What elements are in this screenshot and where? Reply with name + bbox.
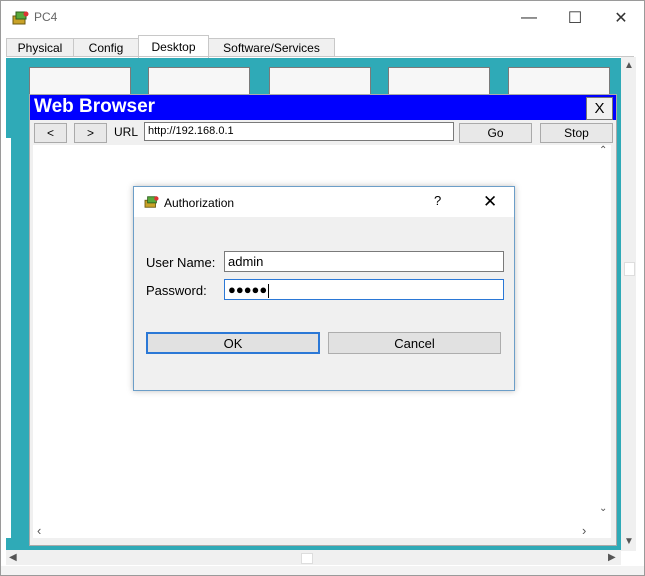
stop-button[interactable]: Stop xyxy=(540,123,613,143)
content-vertical-scrollbar[interactable]: ⌃ ⌄ xyxy=(596,145,611,523)
tab-software-services[interactable]: Software/Services xyxy=(208,38,335,57)
authorization-dialog: Authorization ? ✕ User Name: admin Passw… xyxy=(133,186,515,391)
username-label: User Name: xyxy=(146,255,216,270)
text-caret xyxy=(268,283,270,298)
content-scroll-left-icon[interactable]: ‹ xyxy=(37,523,41,538)
forward-button[interactable]: > xyxy=(74,123,107,143)
content-scroll-up-icon[interactable]: ⌃ xyxy=(599,145,607,156)
pc4-window: PC4 — ☐ ✕ Physical Config Desktop Softwa… xyxy=(0,0,645,576)
window-bottom-strip xyxy=(1,566,644,575)
scroll-right-icon[interactable]: ▶ xyxy=(608,552,616,563)
close-window-button[interactable]: ✕ xyxy=(598,3,644,33)
dialog-close-button[interactable]: ✕ xyxy=(483,192,497,212)
browser-titlebar: Web Browser X xyxy=(30,95,616,120)
url-label: URL xyxy=(114,125,139,139)
tab-desktop[interactable]: Desktop xyxy=(138,35,209,58)
back-button[interactable]: < xyxy=(34,123,67,143)
scroll-down-icon[interactable]: ▼ xyxy=(624,536,634,547)
password-label: Password: xyxy=(146,283,207,298)
username-value: admin xyxy=(228,254,264,269)
desktop-horizontal-scrollbar[interactable]: ◀ ▶ xyxy=(6,550,621,565)
help-button[interactable]: ? xyxy=(434,193,441,208)
hscroll-thumb[interactable] xyxy=(301,553,313,564)
password-input[interactable]: ●●●●● xyxy=(224,279,504,300)
browser-close-button[interactable]: X xyxy=(586,97,613,120)
packet-tracer-icon xyxy=(144,196,159,208)
content-scroll-right-icon[interactable]: › xyxy=(582,523,586,538)
go-button[interactable]: Go xyxy=(459,123,532,143)
content-horizontal-scrollbar[interactable]: ‹ › xyxy=(33,523,596,538)
dialog-titlebar: Authorization ? ✕ xyxy=(134,187,514,217)
tab-physical[interactable]: Physical xyxy=(6,38,74,57)
window-title: PC4 xyxy=(34,10,58,24)
scroll-left-icon[interactable]: ◀ xyxy=(9,552,17,563)
url-input[interactable]: http://192.168.0.1 xyxy=(144,122,454,141)
window-titlebar: PC4 — ☐ ✕ xyxy=(1,1,644,35)
packet-tracer-icon xyxy=(12,11,29,25)
minimize-button[interactable]: — xyxy=(506,3,552,33)
left-edge-panel xyxy=(6,138,11,538)
maximize-button[interactable]: ☐ xyxy=(552,3,598,33)
tab-divider xyxy=(6,56,634,57)
password-value: ●●●●● xyxy=(228,282,268,297)
username-input[interactable]: admin xyxy=(224,251,504,272)
dialog-title: Authorization xyxy=(164,196,235,210)
content-scroll-down-icon[interactable]: ⌄ xyxy=(599,503,607,514)
browser-title: Web Browser xyxy=(34,96,156,117)
scroll-thumb[interactable] xyxy=(624,262,635,276)
desktop-vertical-scrollbar[interactable]: ▲ ▼ xyxy=(621,57,636,551)
tab-config[interactable]: Config xyxy=(73,38,139,57)
cancel-button[interactable]: Cancel xyxy=(328,332,501,354)
ok-button[interactable]: OK xyxy=(146,332,320,354)
scroll-up-icon[interactable]: ▲ xyxy=(624,60,634,71)
